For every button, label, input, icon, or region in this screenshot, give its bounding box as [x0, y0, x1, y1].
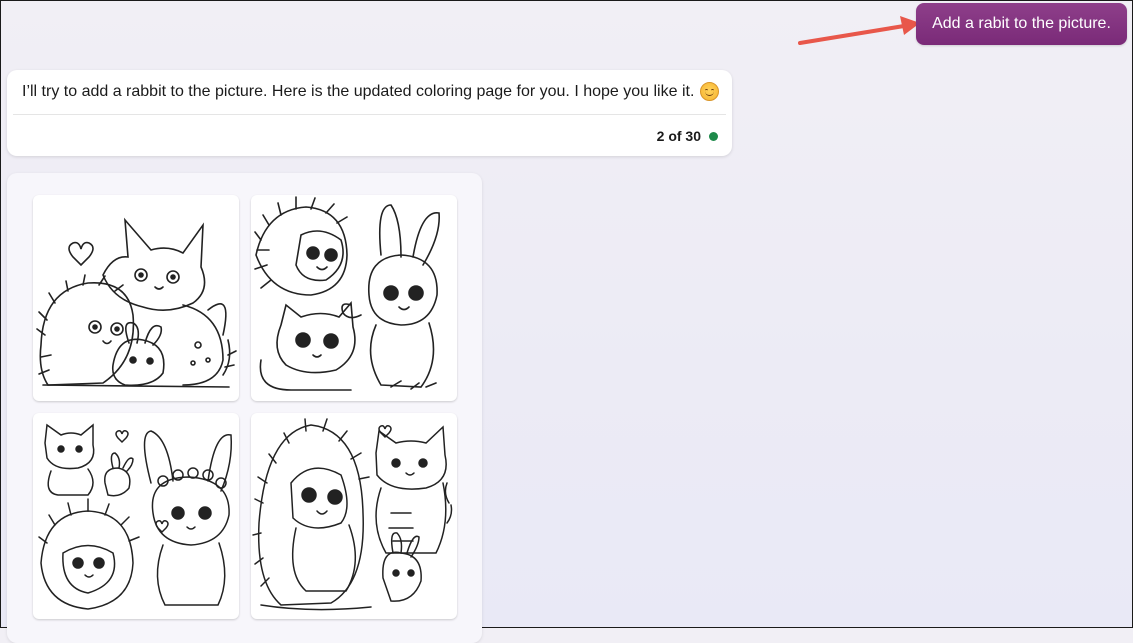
- cat-bunny-hedgehog-flower-image: [38, 423, 233, 610]
- cat-hedgehog-bunny-image: [36, 217, 237, 388]
- hedgehog-cat-rabbit-image: [252, 418, 453, 611]
- smiling-face-icon: [700, 82, 720, 101]
- response-counter: 2 of 30: [657, 128, 718, 144]
- generated-images-panel: [7, 173, 482, 643]
- divider: [13, 114, 726, 115]
- user-message-bubble: Add a rabit to the picture.: [916, 3, 1127, 45]
- response-counter-text: 2 of 30: [656, 128, 701, 144]
- bot-message-text: I’ll try to add a rabbit to the picture.…: [22, 82, 695, 100]
- annotation-arrow-icon: [798, 16, 920, 45]
- image-thumbnail-3[interactable]: [33, 413, 239, 619]
- status-dot-icon: [709, 131, 718, 141]
- image-thumbnail-2[interactable]: [251, 195, 457, 401]
- hedgehog-rabbit-cat-image: [254, 196, 440, 391]
- bot-message-card: I’ll try to add a rabbit to the picture.…: [7, 70, 732, 156]
- image-thumbnail-4[interactable]: [251, 413, 457, 619]
- user-message-text: Add a rabit to the picture.: [932, 15, 1111, 32]
- image-thumbnail-1[interactable]: [33, 195, 239, 401]
